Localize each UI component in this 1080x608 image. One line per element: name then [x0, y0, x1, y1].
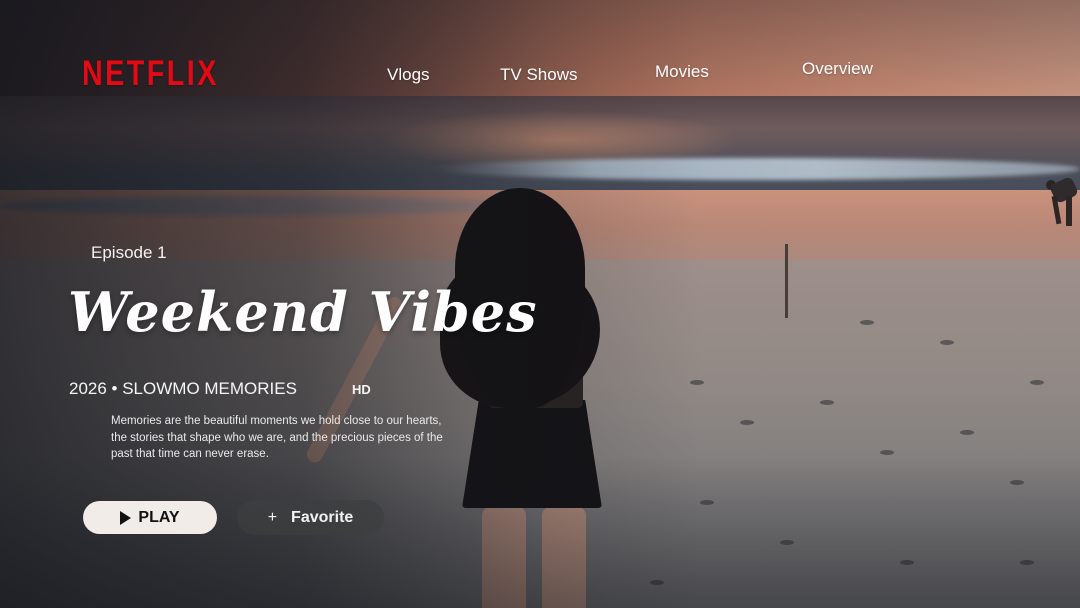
- hero-screen: NETFLIX Vlogs TV Shows Movies Overview E…: [0, 0, 1080, 608]
- play-button-label: PLAY: [138, 508, 180, 526]
- show-title: Weekend Vibes: [68, 280, 538, 344]
- netflix-logo[interactable]: NETFLIX: [82, 54, 219, 94]
- episode-label: Episode 1: [91, 243, 167, 262]
- favorite-button-label: Favorite: [291, 508, 354, 526]
- nav-overview[interactable]: Overview: [802, 59, 873, 79]
- favorite-button[interactable]: + Favorite: [237, 500, 384, 535]
- nav-tv-shows[interactable]: TV Shows: [500, 65, 577, 85]
- play-icon: [120, 510, 132, 525]
- play-button[interactable]: PLAY: [83, 501, 217, 534]
- nav-vlogs[interactable]: Vlogs: [387, 65, 430, 85]
- show-description: Memories are the beautiful moments we ho…: [111, 415, 443, 460]
- nav-movies[interactable]: Movies: [655, 62, 709, 82]
- plus-icon: +: [267, 508, 278, 526]
- hd-badge: HD: [352, 382, 371, 397]
- show-meta: 2026 • SLOWMO MEMORIES: [69, 379, 297, 398]
